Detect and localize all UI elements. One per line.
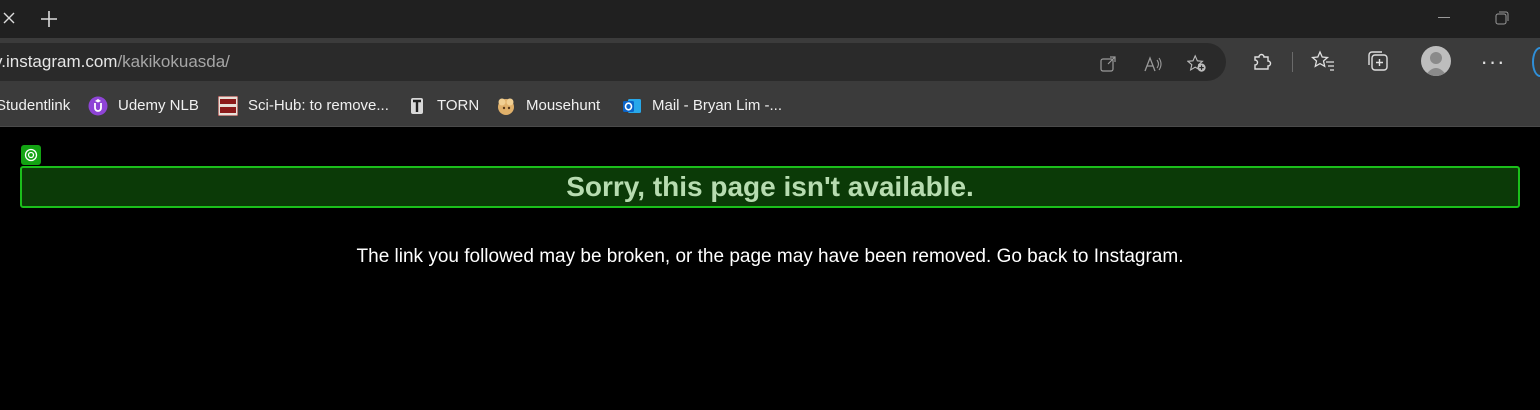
minimize-button[interactable]: [1430, 8, 1458, 28]
url-text[interactable]: v.instagram.com/kakikokuasda/: [0, 52, 230, 72]
read-aloud-icon[interactable]: [1143, 54, 1163, 74]
new-tab-button[interactable]: [36, 6, 62, 32]
bookmark-label: TORN: [437, 97, 480, 114]
bookmark-scihub[interactable]: Sci-Hub: to remove...: [218, 85, 389, 126]
restore-button[interactable]: [1488, 8, 1516, 28]
error-message: The link you followed may be broken, or …: [0, 246, 1540, 268]
scihub-icon: [218, 95, 238, 116]
restore-icon: [1495, 11, 1509, 25]
puzzle-icon[interactable]: [1250, 49, 1274, 73]
torn-icon: [407, 96, 427, 116]
bookmark-label: Studentlink: [0, 97, 71, 114]
address-bar[interactable]: v.instagram.com/kakikokuasda/: [0, 43, 1226, 81]
bookmark-label: Mousehunt: [526, 97, 601, 114]
error-message-text: The link you followed may be broken, or …: [356, 246, 992, 267]
url-path: /kakikokuasda/: [117, 52, 230, 71]
page-title: Sorry, this page isn't available.: [566, 171, 974, 202]
bookmark-torn[interactable]: TORN: [407, 85, 479, 126]
bookmark-label: Udemy NLB: [118, 97, 199, 114]
profile-avatar[interactable]: [1421, 46, 1451, 76]
toolbar-separator: [1292, 52, 1293, 72]
browser-toolbar: v.instagram.com/kakikokuasda/ ···: [0, 38, 1540, 85]
bookmark-mousehunt[interactable]: Mousehunt: [496, 85, 600, 126]
plus-icon: [41, 11, 57, 27]
focus-target-icon: [21, 145, 41, 165]
tab-bar: [0, 0, 1540, 38]
close-icon[interactable]: [0, 7, 18, 29]
more-icon[interactable]: ···: [1480, 49, 1506, 74]
bookmark-label: Sci-Hub: to remove...: [248, 97, 389, 114]
bookmark-studentlink[interactable]: Studentlink: [0, 85, 70, 126]
mousehunt-icon: [496, 96, 516, 116]
collections-icon[interactable]: [1366, 49, 1390, 73]
udemy-icon: [88, 96, 108, 116]
copilot-icon[interactable]: [1532, 47, 1540, 77]
open-in-app-icon[interactable]: [1098, 54, 1118, 74]
outlook-icon: [622, 96, 642, 116]
back-to-instagram-link[interactable]: Go back to Instagram.: [997, 246, 1184, 267]
bookmark-udemy[interactable]: Udemy NLB: [88, 85, 199, 126]
minimize-icon: [1438, 17, 1450, 18]
bookmarks-bar: Studentlink Udemy NLB Sci-Hub: to remove…: [0, 85, 1540, 127]
favorites-list-icon[interactable]: [1311, 49, 1335, 73]
add-favorite-icon[interactable]: [1187, 54, 1207, 74]
heading-highlight: Sorry, this page isn't available.: [20, 166, 1520, 208]
bookmark-mail[interactable]: Mail - Bryan Lim -...: [622, 85, 782, 126]
bookmark-label: Mail - Bryan Lim -...: [652, 97, 783, 114]
url-host: v.instagram.com: [0, 52, 118, 71]
